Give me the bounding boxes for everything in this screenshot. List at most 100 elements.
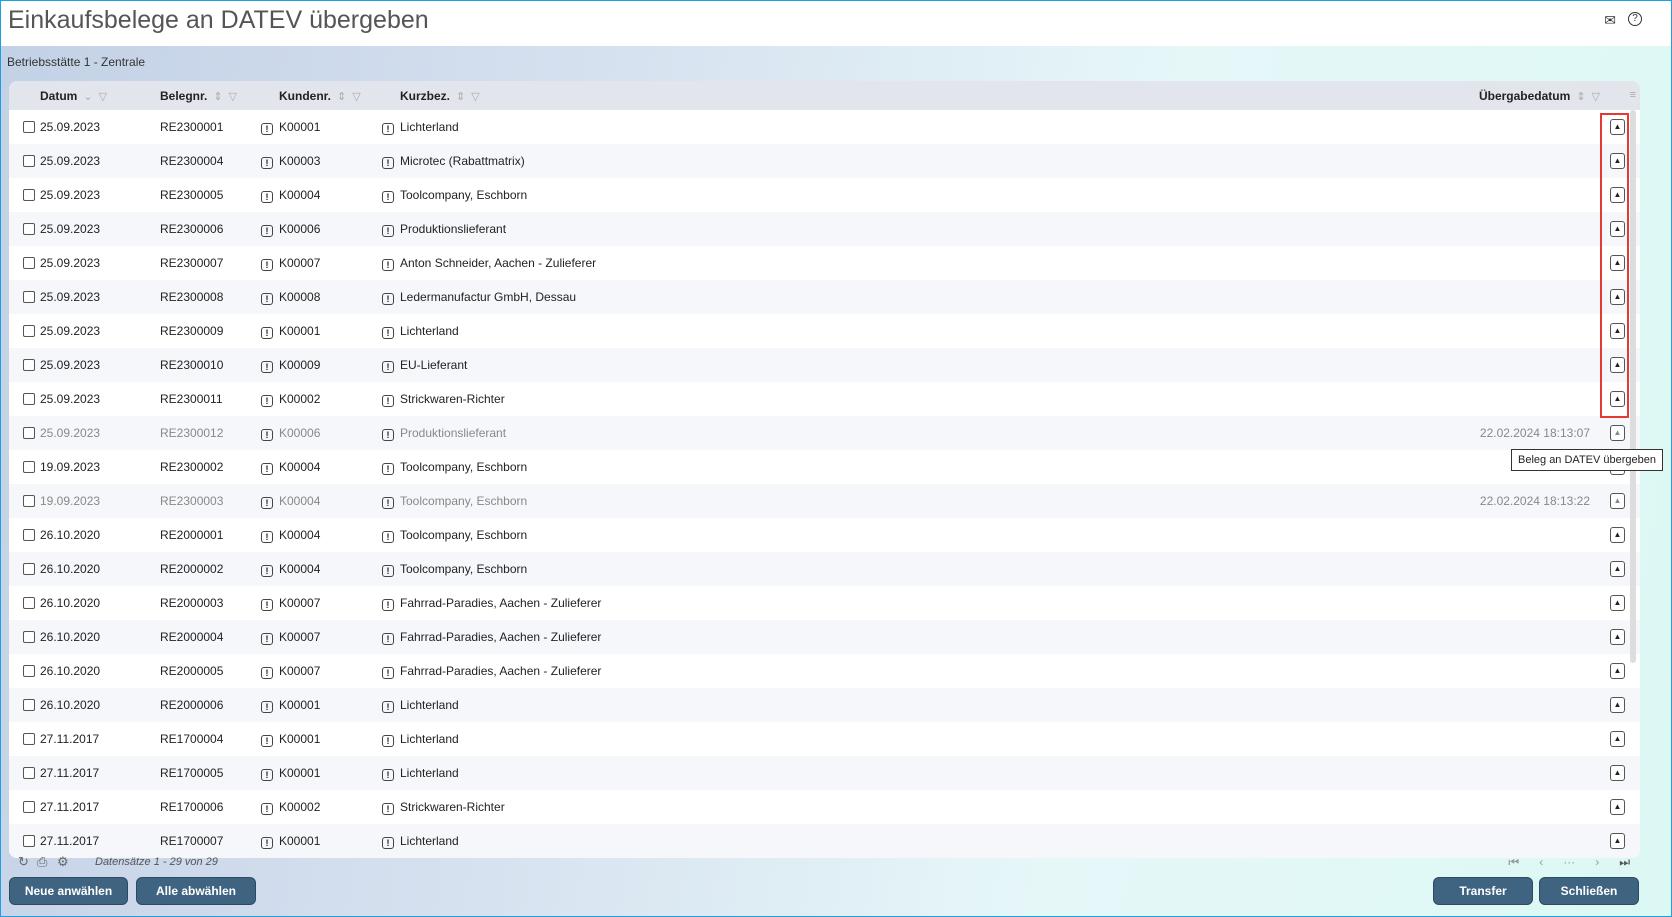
table-row[interactable]: 26.10.2020 RE2000005 ! K00007 ! Fahrrad-Pa… bbox=[9, 654, 1640, 688]
column-uebergabedatum[interactable]: Übergabedatum ⇕ ▽ bbox=[1479, 89, 1600, 103]
info-icon[interactable]: ! bbox=[382, 667, 394, 679]
info-icon[interactable]: ! bbox=[261, 395, 273, 407]
info-icon[interactable]: ! bbox=[261, 429, 273, 441]
info-icon[interactable]: ! bbox=[382, 259, 394, 271]
transfer-row-button[interactable]: ▲ bbox=[1610, 765, 1625, 781]
table-row[interactable]: 27.11.2017 RE1700006 ! K00002 ! Strickware… bbox=[9, 790, 1640, 824]
sort-icon[interactable]: ⇕ bbox=[1576, 90, 1585, 103]
info-icon[interactable]: ! bbox=[382, 293, 394, 305]
row-checkbox[interactable] bbox=[23, 733, 35, 745]
help-icon[interactable]: ? bbox=[1628, 12, 1642, 26]
info-icon[interactable]: ! bbox=[261, 497, 273, 509]
row-checkbox[interactable] bbox=[23, 597, 35, 609]
row-checkbox[interactable] bbox=[23, 767, 35, 779]
transfer-row-button[interactable]: ▲ bbox=[1610, 663, 1625, 679]
info-icon[interactable]: ! bbox=[382, 123, 394, 135]
row-checkbox[interactable] bbox=[23, 325, 35, 337]
transfer-row-button[interactable]: ▲ bbox=[1610, 119, 1625, 135]
info-icon[interactable]: ! bbox=[261, 837, 273, 849]
row-checkbox[interactable] bbox=[23, 257, 35, 269]
last-page-icon[interactable]: ⏭ bbox=[1619, 855, 1630, 870]
info-icon[interactable]: ! bbox=[261, 803, 273, 815]
info-icon[interactable]: ! bbox=[382, 735, 394, 747]
print-icon[interactable]: ⎙ bbox=[37, 854, 47, 870]
row-checkbox[interactable] bbox=[23, 427, 35, 439]
info-icon[interactable]: ! bbox=[261, 463, 273, 475]
transfer-row-button[interactable]: ▲ bbox=[1610, 799, 1625, 815]
transfer-row-button[interactable]: ▲ bbox=[1610, 323, 1625, 339]
info-icon[interactable]: ! bbox=[261, 123, 273, 135]
settings-icon[interactable]: ⚙ bbox=[57, 854, 69, 870]
info-icon[interactable]: ! bbox=[261, 293, 273, 305]
transfer-row-button[interactable]: ▲ bbox=[1610, 221, 1625, 237]
table-row[interactable]: 19.09.2023 RE2300002 ! K00004 ! Toolcompan… bbox=[9, 450, 1640, 484]
table-row[interactable]: 25.09.2023 RE2300012 ! K00006 ! Produktion… bbox=[9, 416, 1640, 450]
transfer-row-button[interactable]: ▲ bbox=[1610, 493, 1625, 509]
transfer-row-button[interactable]: ▲ bbox=[1610, 527, 1625, 543]
info-icon[interactable]: ! bbox=[382, 225, 394, 237]
info-icon[interactable]: ! bbox=[382, 769, 394, 781]
row-checkbox[interactable] bbox=[23, 495, 35, 507]
row-checkbox[interactable] bbox=[23, 529, 35, 541]
filter-icon[interactable]: ▽ bbox=[99, 90, 107, 103]
info-icon[interactable]: ! bbox=[382, 361, 394, 373]
table-row[interactable]: 26.10.2020 RE2000006 ! K00001 ! Lichterlan… bbox=[9, 688, 1640, 722]
row-checkbox[interactable] bbox=[23, 665, 35, 677]
transfer-row-button[interactable]: ▲ bbox=[1610, 561, 1625, 577]
row-checkbox[interactable] bbox=[23, 223, 35, 235]
filter-icon[interactable]: ▽ bbox=[229, 90, 237, 103]
refresh-icon[interactable]: ↻ bbox=[18, 854, 29, 870]
close-button[interactable]: Schließen bbox=[1539, 877, 1639, 905]
info-icon[interactable]: ! bbox=[382, 429, 394, 441]
table-row[interactable]: 25.09.2023 RE2300005 ! K00004 ! Toolcompan… bbox=[9, 178, 1640, 212]
transfer-row-button[interactable]: ▲ bbox=[1610, 187, 1625, 203]
transfer-row-button[interactable]: ▲ bbox=[1610, 833, 1625, 849]
table-row[interactable]: 26.10.2020 RE2000003 ! K00007 ! Fahrrad-Pa… bbox=[9, 586, 1640, 620]
info-icon[interactable]: ! bbox=[261, 565, 273, 577]
column-kundennr[interactable]: Kundenr. ⇕ ▽ bbox=[279, 89, 361, 103]
row-checkbox[interactable] bbox=[23, 359, 35, 371]
row-checkbox[interactable] bbox=[23, 835, 35, 847]
row-checkbox[interactable] bbox=[23, 699, 35, 711]
column-datum[interactable]: Datum ⌄ ▽ bbox=[40, 89, 107, 103]
prev-page-icon[interactable]: ‹ bbox=[1539, 855, 1543, 870]
transfer-button[interactable]: Transfer bbox=[1433, 877, 1533, 905]
info-icon[interactable]: ! bbox=[261, 531, 273, 543]
info-icon[interactable]: ! bbox=[261, 191, 273, 203]
select-new-button[interactable]: Neue anwählen bbox=[9, 877, 128, 905]
table-row[interactable]: 27.11.2017 RE1700005 ! K00001 ! Lichterlan… bbox=[9, 756, 1640, 790]
transfer-row-button[interactable]: ▲ bbox=[1610, 289, 1625, 305]
info-icon[interactable]: ! bbox=[382, 565, 394, 577]
row-checkbox[interactable] bbox=[23, 801, 35, 813]
table-row[interactable]: 25.09.2023 RE2300008 ! K00008 ! Ledermanuf… bbox=[9, 280, 1640, 314]
row-checkbox[interactable] bbox=[23, 291, 35, 303]
table-row[interactable]: 25.09.2023 RE2300007 ! K00007 ! Anton Schn… bbox=[9, 246, 1640, 280]
info-icon[interactable]: ! bbox=[261, 259, 273, 271]
transfer-row-button[interactable]: ▲ bbox=[1610, 153, 1625, 169]
info-icon[interactable]: ! bbox=[382, 701, 394, 713]
info-icon[interactable]: ! bbox=[261, 735, 273, 747]
more-pages-icon[interactable]: ··· bbox=[1563, 855, 1575, 870]
next-page-icon[interactable]: › bbox=[1595, 855, 1599, 870]
table-row[interactable]: 25.09.2023 RE2300004 ! K00003 ! Microtec (… bbox=[9, 144, 1640, 178]
table-row[interactable]: 27.11.2017 RE1700004 ! K00001 ! Lichterlan… bbox=[9, 722, 1640, 756]
table-row[interactable]: 26.10.2020 RE2000004 ! K00007 ! Fahrrad-Pa… bbox=[9, 620, 1640, 654]
info-icon[interactable]: ! bbox=[261, 633, 273, 645]
transfer-row-button[interactable]: ▲ bbox=[1610, 255, 1625, 271]
info-icon[interactable]: ! bbox=[261, 361, 273, 373]
transfer-row-button[interactable]: ▲ bbox=[1610, 425, 1625, 441]
row-checkbox[interactable] bbox=[23, 155, 35, 167]
sort-icon[interactable]: ⇕ bbox=[213, 90, 222, 103]
info-icon[interactable]: ! bbox=[382, 395, 394, 407]
info-icon[interactable]: ! bbox=[261, 667, 273, 679]
info-icon[interactable]: ! bbox=[261, 769, 273, 781]
table-row[interactable]: 25.09.2023 RE2300011 ! K00002 ! Strickware… bbox=[9, 382, 1640, 416]
transfer-row-button[interactable]: ▲ bbox=[1610, 357, 1625, 373]
table-row[interactable]: 25.09.2023 RE2300006 ! K00006 ! Produktion… bbox=[9, 212, 1640, 246]
scrollbar[interactable] bbox=[1630, 110, 1636, 663]
row-checkbox[interactable] bbox=[23, 461, 35, 473]
row-checkbox[interactable] bbox=[23, 631, 35, 643]
transfer-row-button[interactable]: ▲ bbox=[1610, 731, 1625, 747]
info-icon[interactable]: ! bbox=[261, 157, 273, 169]
info-icon[interactable]: ! bbox=[261, 701, 273, 713]
